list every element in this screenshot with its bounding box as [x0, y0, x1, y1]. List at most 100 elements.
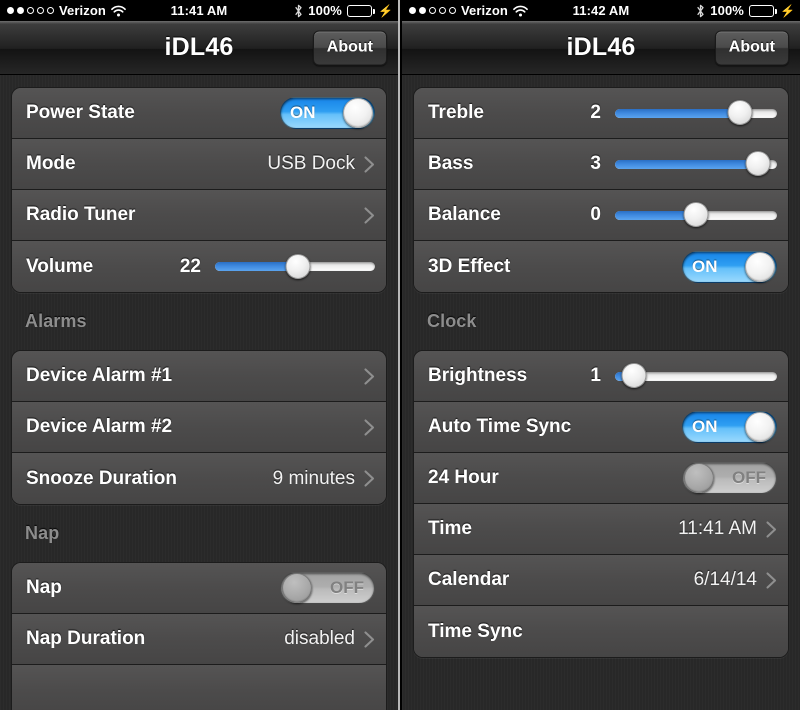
settings-content: Power State ON Mode USB Dock Radio Tuner Volu…: [0, 87, 398, 710]
row-brightness[interactable]: Brightness 1: [414, 351, 788, 402]
settings-group: Power State ON Mode USB Dock Radio Tuner Volu…: [11, 87, 387, 293]
row-control: ON: [682, 411, 777, 443]
slider-thumb[interactable]: [727, 100, 753, 125]
signal-dot: [37, 7, 44, 14]
left-phone-screen: Verizon 11:41 AM 100% ⚡ iDL46 About Power Stat…: [0, 0, 398, 710]
row-bass[interactable]: Bass 3: [414, 139, 788, 190]
signal-dot: [449, 7, 456, 14]
row-value: 6/14/14: [693, 569, 757, 590]
row-mode[interactable]: Mode USB Dock: [12, 139, 386, 190]
row-device-alarm-2[interactable]: Device Alarm #2: [12, 402, 386, 453]
chevron-right-icon: [766, 520, 777, 538]
row-control: [355, 418, 375, 436]
panel-divider: [398, 0, 400, 710]
row-nap-duration[interactable]: Nap Duration disabled: [12, 614, 386, 665]
status-bar-right: 100% ⚡: [696, 3, 800, 18]
row-radio-tuner[interactable]: Radio Tuner: [12, 190, 386, 241]
slider-thumb[interactable]: [683, 202, 709, 227]
toggle-state-label: OFF: [330, 578, 364, 597]
carrier-label: Verizon: [59, 3, 106, 18]
row-snooze-duration[interactable]: Snooze Duration 9 minutes: [12, 453, 386, 504]
nav-bar: iDL46 About: [402, 21, 800, 75]
slider-volume[interactable]: [215, 253, 375, 280]
toggle-state-label: ON: [692, 417, 718, 436]
row-label: Nap Duration: [26, 628, 146, 649]
signal-dot: [409, 7, 416, 14]
row-nap[interactable]: Nap OFF: [12, 563, 386, 614]
carrier-label: Verizon: [461, 3, 508, 18]
row-control: 0: [579, 202, 777, 228]
signal-dot: [439, 7, 446, 14]
slider-bass[interactable]: [615, 151, 777, 177]
row-control: OFF: [682, 462, 777, 494]
toggle-switch-24-hour[interactable]: OFF: [682, 462, 777, 494]
signal-dot: [419, 7, 426, 14]
row-time[interactable]: Time 11:41 AM: [414, 504, 788, 555]
row-control: disabled: [284, 628, 375, 650]
slider-fill: [615, 159, 758, 169]
row-label: Device Alarm #1: [26, 365, 173, 386]
toggle-switch-nap[interactable]: OFF: [280, 572, 375, 604]
signal-dot: [429, 7, 436, 14]
battery-percent-label: 100%: [710, 3, 744, 18]
signal-dot: [47, 7, 54, 14]
row-label: Volume: [26, 255, 94, 277]
row-volume[interactable]: Volume 22: [12, 241, 386, 292]
slider-thumb[interactable]: [745, 151, 771, 176]
row-3d-effect[interactable]: 3D Effect ON: [414, 241, 788, 292]
slider-balance[interactable]: [615, 202, 777, 228]
chevron-right-icon: [364, 418, 375, 436]
row-device-alarm-1[interactable]: Device Alarm #1: [12, 351, 386, 402]
bluetooth-icon: [696, 4, 705, 18]
section-header-alarms: Alarms: [25, 311, 87, 331]
bluetooth-icon: [294, 4, 303, 18]
row-auto-time-sync[interactable]: Auto Time Sync ON: [414, 402, 788, 453]
wifi-icon: [111, 5, 126, 17]
row-24-hour[interactable]: 24 Hour OFF: [414, 453, 788, 504]
row-label: Radio Tuner: [26, 204, 136, 225]
toggle-knob: [745, 251, 775, 282]
slider-value-label: 3: [590, 153, 601, 174]
toggle-switch-auto-time-sync[interactable]: ON: [682, 411, 777, 443]
row-nap-partial-row: [12, 665, 386, 710]
row-label: Power State: [26, 102, 135, 123]
toggle-state-label: OFF: [732, 468, 766, 487]
toggle-knob: [745, 412, 775, 442]
slider-thumb[interactable]: [285, 253, 311, 279]
wifi-icon: [513, 5, 528, 17]
slider-brightness[interactable]: [615, 363, 777, 389]
toggle-state-label: ON: [290, 103, 316, 122]
battery-icon: [748, 4, 777, 17]
row-treble[interactable]: Treble 2: [414, 88, 788, 139]
settings-group: Treble 2 Bass 3 Balance 0 3D Effect ON: [413, 87, 789, 293]
toggle-state-label: ON: [692, 256, 718, 276]
slider-thumb[interactable]: [621, 363, 647, 388]
row-label: 3D Effect: [428, 255, 511, 277]
row-control: ON: [682, 250, 777, 283]
right-phone-screen: Verizon 11:42 AM 100% ⚡ iDL46 About Treble 2 Bas…: [402, 0, 800, 710]
row-balance[interactable]: Balance 0: [414, 190, 788, 241]
settings-group: Nap OFF Nap Duration disabled: [11, 562, 387, 710]
lightning-bolt-icon: ⚡: [377, 3, 393, 18]
toggle-switch-power-state[interactable]: ON: [280, 97, 375, 129]
status-bar: Verizon 11:41 AM 100% ⚡: [0, 0, 398, 21]
row-time-sync[interactable]: Time Sync: [414, 606, 788, 657]
row-calendar[interactable]: Calendar 6/14/14: [414, 555, 788, 606]
row-control: 11:41 AM: [678, 518, 777, 540]
row-label: Time: [428, 518, 473, 539]
chevron-right-icon: [766, 571, 777, 589]
settings-group: Brightness 1 Auto Time Sync ON 24 Hour OFF Tim…: [413, 350, 789, 658]
row-control: 6/14/14: [694, 569, 777, 591]
row-power-state[interactable]: Power State ON: [12, 88, 386, 139]
page-title: iDL46: [566, 33, 636, 61]
slider-treble[interactable]: [615, 100, 777, 126]
about-button[interactable]: About: [312, 30, 387, 65]
slider-fill: [615, 108, 740, 118]
about-button[interactable]: About: [714, 30, 789, 65]
settings-content: Treble 2 Bass 3 Balance 0 3D Effect ON Clock Brig…: [402, 87, 800, 658]
status-bar-left: Verizon: [402, 3, 528, 18]
row-label: Mode: [26, 153, 76, 174]
toggle-switch-3d-effect[interactable]: ON: [682, 250, 777, 283]
row-label: Auto Time Sync: [428, 416, 572, 437]
section-header-nap: Nap: [25, 523, 60, 543]
